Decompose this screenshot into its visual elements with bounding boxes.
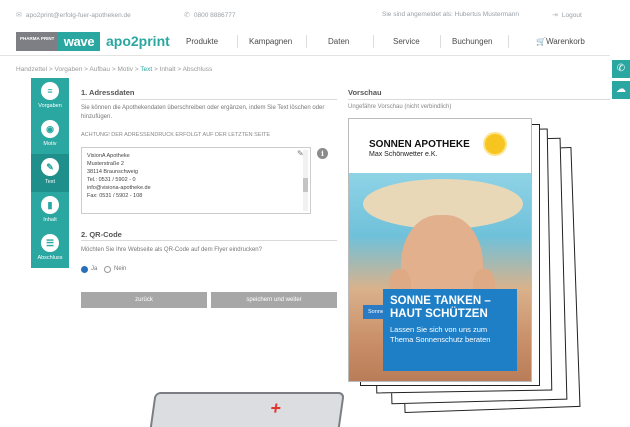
flyer-pharmacy-name: SONNEN APOTHEKE [369, 139, 470, 150]
nav-buchungen[interactable]: Buchungen [452, 37, 492, 46]
address-line: info@visiona-apotheke.de [87, 185, 151, 191]
flyer-owner: Max Schönwetter e.K. [369, 151, 438, 158]
flyer-headline: HAUT SCHÜTZEN [390, 308, 488, 320]
preview-subtitle: Ungefähre Vorschau (nicht verbindlich) [348, 104, 452, 110]
section-divider [81, 99, 337, 100]
qr-radio-no[interactable] [104, 266, 111, 273]
nav-kampagnen[interactable]: Kampagnen [249, 37, 292, 46]
red-plus-mark: + [269, 398, 283, 418]
phone-icon: ✆ [184, 12, 190, 19]
cart-icon: 🛒 [536, 37, 546, 46]
info-icon[interactable]: i [317, 148, 328, 159]
textarea-scroll-thumb[interactable] [303, 178, 308, 192]
qr-section-title: 2. QR-Code [81, 230, 122, 239]
flyer-subline: Thema Sonnenschutz beraten [390, 335, 491, 344]
sun-icon [485, 134, 505, 154]
address-line: VisionA Apotheke [87, 153, 130, 159]
breadcrumb-item[interactable]: Aufbau [89, 66, 110, 73]
section-divider [348, 99, 610, 100]
address-textarea[interactable]: VisionA Apotheke Musterstraße 2 38114 Br… [81, 147, 311, 214]
step-abschluss[interactable]: ☰ Abschluss [31, 230, 69, 268]
nav-divider [508, 35, 509, 48]
breadcrumb-item[interactable]: Handzettel [16, 66, 47, 73]
save-continue-button[interactable]: speichern und weiter [211, 292, 337, 308]
edit-pencil-icon[interactable]: ✎ [297, 149, 304, 158]
main-header: PHARMA PRINT wave apo2print Produkte Kam… [0, 26, 610, 56]
address-line: 38114 Braunschweig [87, 169, 138, 175]
address-line: Tel.: 0531 / 5902 - 0 [87, 177, 136, 183]
nav-daten[interactable]: Daten [328, 37, 349, 46]
mail-icon: ✉ [16, 12, 22, 19]
address-intro-text: Sie können die Apothekendaten überschrei… [81, 105, 325, 120]
qr-radio-yes[interactable] [81, 266, 88, 273]
breadcrumb-item[interactable]: Abschluss [183, 66, 213, 73]
breadcrumb: Handzettel > Vorgaben > Aufbau > Motiv >… [16, 66, 213, 73]
check-list-icon: ☰ [41, 234, 59, 252]
pencil-icon: ✎ [41, 158, 59, 176]
breadcrumb-item[interactable]: Inhalt [160, 66, 176, 73]
breadcrumb-item[interactable]: Motiv [117, 66, 133, 73]
breadcrumb-item-active[interactable]: Text [140, 66, 152, 73]
book-icon: ▮ [41, 196, 59, 214]
camera-icon: ◉ [41, 120, 59, 138]
step-text[interactable]: ✎ Text [31, 154, 69, 192]
flyer-header: SONNEN APOTHEKE Max Schönwetter e.K. [349, 119, 531, 173]
contact-email[interactable]: ✉ apo2print@erfolg-fuer-apotheken.de [16, 11, 131, 19]
nav-warenkorb[interactable]: 🛒Warenkorb [536, 37, 585, 46]
address-line: Musterstraße 2 [87, 161, 124, 167]
list-icon: ≡ [41, 82, 59, 100]
login-status: Sie sind angemeldet als: Hubertus Muster… [382, 11, 519, 18]
section-divider [81, 240, 337, 241]
flyer-subline: Lassen Sie sich von uns zum [390, 325, 488, 334]
chat-side-tab-icon[interactable]: ☁ [612, 81, 630, 99]
address-notice: ACHTUNG! Der Adressendruck erfolgt auf d… [81, 132, 271, 138]
step-motiv[interactable]: ◉ Motiv [31, 116, 69, 154]
apo2print-logo[interactable]: apo2print [106, 32, 170, 51]
nav-divider [440, 35, 441, 48]
phone-side-tab-icon[interactable]: ✆ [612, 60, 630, 78]
nav-service[interactable]: Service [393, 37, 420, 46]
logout-link[interactable]: ⇥ Logout [552, 11, 582, 19]
step-inhalt[interactable]: ▮ Inhalt [31, 192, 69, 230]
step-navigation: ≡ Vorgaben ◉ Motiv ✎ Text ▮ Inhalt ☰ Abs… [31, 78, 69, 268]
breadcrumb-item[interactable]: Vorgaben [55, 66, 83, 73]
pharma-print-logo[interactable]: PHARMA PRINT [16, 32, 58, 51]
product-device-illustration: + [149, 392, 345, 427]
step-vorgaben[interactable]: ≡ Vorgaben [31, 78, 69, 116]
address-section-title: 1. Adressdaten [81, 88, 135, 97]
nav-divider [237, 35, 238, 48]
flyer-headline: SONNE TANKEN – [390, 295, 491, 307]
nav-divider [306, 35, 307, 48]
nav-produkte[interactable]: Produkte [186, 37, 218, 46]
contact-phone[interactable]: ✆ 0800 8886777 [184, 11, 235, 19]
qr-radio-no-label[interactable]: Nein [114, 265, 126, 274]
qr-question: Möchten Sie Ihre Webseite als QR-Code au… [81, 247, 262, 253]
back-button[interactable]: zurück [81, 292, 207, 308]
logout-icon: ⇥ [552, 12, 558, 19]
qr-radio-yes-label[interactable]: Ja [91, 265, 97, 274]
wave-logo[interactable]: wave [58, 32, 100, 51]
address-line: Fax: 0531 / 5902 - 108 [87, 193, 143, 199]
preview-title: Vorschau [348, 88, 382, 97]
flyer-headline-banner: SONNE TANKEN – HAUT SCHÜTZEN Lassen Sie … [383, 289, 517, 371]
nav-divider [373, 35, 374, 48]
